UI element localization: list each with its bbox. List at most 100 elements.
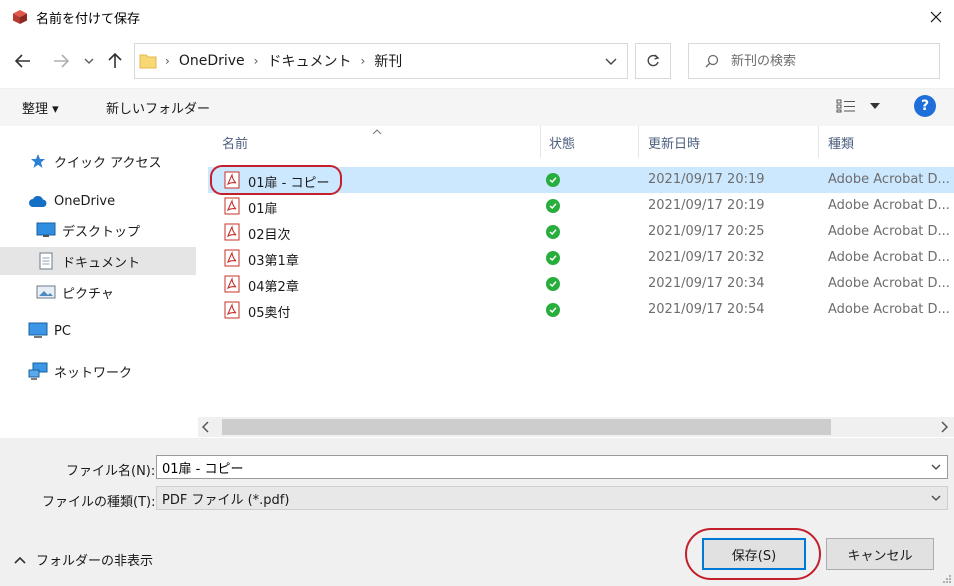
file-name: 05奥付 [248,306,291,321]
save-button[interactable]: 保存(S) [702,538,806,570]
window-title: 名前を付けて保存 [36,12,141,27]
breadcrumb-shinkan[interactable]: 新刊 [374,51,402,71]
filename-input[interactable] [162,459,947,475]
sync-check-icon [546,251,560,265]
sync-check-icon [546,199,560,213]
sidebar-item-pictures[interactable]: ピクチャ [0,278,196,306]
filename-field[interactable] [156,455,948,479]
file-name: 01扉 - コピー [248,176,330,191]
recent-locations-button[interactable] [80,52,98,70]
search-box[interactable] [688,43,940,79]
scroll-left-button[interactable] [201,421,210,437]
chevron-down-icon [931,495,941,501]
breadcrumb-documents[interactable]: ドキュメント [267,51,351,71]
sidebar-item-quick-access[interactable]: クイック アクセス [0,147,196,175]
column-header-name[interactable]: 名前 [222,133,248,152]
sidebar-item-desktop[interactable]: デスクトップ [0,216,196,244]
file-type: Adobe Acrobat D... [828,172,950,187]
title-bar [0,0,954,34]
sync-check-icon [546,225,560,239]
refresh-icon [647,54,660,67]
star-icon [28,152,48,170]
sidebar-item-label: OneDrive [54,193,116,209]
pdf-file-icon [224,249,240,267]
chevron-right-icon [941,421,949,433]
sort-ascending-icon [372,124,382,139]
sidebar-item-pc[interactable]: PC [0,317,196,345]
breadcrumb-separator-icon: › [360,54,366,68]
picture-icon [36,283,56,301]
table-row[interactable]: 01扉 2021/09/17 20:19 Adobe Acrobat D... [208,193,954,219]
chevron-down-icon[interactable] [605,58,617,65]
table-row[interactable]: 01扉 - コピー 2021/09/17 20:19 Adobe Acrobat… [208,167,954,193]
table-row[interactable]: 02目次 2021/09/17 20:25 Adobe Acrobat D... [208,219,954,245]
forward-button[interactable] [48,48,74,74]
refresh-button[interactable] [635,43,671,79]
column-divider[interactable] [540,126,541,158]
sidebar-item-label: ドキュメント [62,255,141,271]
pdf-file-icon [224,301,240,319]
file-name: 02目次 [248,228,291,243]
arrow-left-icon [15,54,30,68]
close-button[interactable] [918,0,954,34]
column-divider[interactable] [638,126,639,158]
scroll-right-button[interactable] [940,421,949,437]
table-row[interactable]: 05奥付 2021/09/17 20:54 Adobe Acrobat D... [208,297,954,323]
resize-grip-icon[interactable] [942,574,952,584]
cancel-button[interactable]: キャンセル [826,538,934,570]
file-name: 04第2章 [248,280,299,295]
column-header-date-modified[interactable]: 更新日時 [648,133,700,152]
file-type: Adobe Acrobat D... [828,198,950,213]
file-date: 2021/09/17 20:19 [648,172,765,187]
desktop-icon [36,221,56,239]
close-icon [930,11,942,23]
chevron-up-icon [14,556,26,564]
details-view-icon [836,99,855,113]
file-type: Adobe Acrobat D... [828,224,950,239]
sidebar-item-label: デスクトップ [62,224,141,240]
file-date: 2021/09/17 20:34 [648,276,765,291]
organize-button[interactable]: 整理 ▾ [22,98,59,117]
breadcrumb-separator-icon: › [165,54,170,68]
breadcrumb-onedrive[interactable]: OneDrive [179,53,245,69]
new-folder-button[interactable]: 新しいフォルダー [106,98,210,117]
filetype-value: PDF ファイル (*.pdf) [162,492,290,508]
scrollbar-thumb[interactable] [222,419,831,435]
column-divider[interactable] [818,126,819,158]
file-date: 2021/09/17 20:19 [648,198,765,213]
sidebar-item-onedrive[interactable]: OneDrive [0,187,196,215]
search-input[interactable] [731,53,921,69]
sync-check-icon [546,277,560,291]
back-button[interactable] [10,48,36,74]
file-date: 2021/09/17 20:32 [648,250,765,265]
up-button[interactable] [102,48,128,74]
arrow-up-icon [108,53,122,68]
view-options-button[interactable] [836,97,882,115]
chevron-down-icon[interactable] [930,461,942,473]
hide-folders-toggle[interactable]: フォルダーの非表示 [14,550,153,569]
filetype-label: ファイルの種類(T): [42,495,156,510]
sync-check-icon [546,173,560,187]
sidebar-item-label: PC [54,323,71,339]
file-type: Adobe Acrobat D... [828,302,950,317]
column-header-status[interactable]: 状態 [549,133,575,152]
filetype-select[interactable]: PDF ファイル (*.pdf) [156,486,948,510]
address-bar[interactable]: › OneDrive › ドキュメント › 新刊 [134,43,628,79]
pdf-file-icon [224,275,240,293]
app-cube-icon [13,10,27,24]
hide-folders-label: フォルダーの非表示 [36,554,154,569]
sidebar-item-network[interactable]: ネットワーク [0,357,196,385]
filename-label: ファイル名(N): [66,464,156,479]
caret-down-icon [870,103,880,109]
table-row[interactable]: 03第1章 2021/09/17 20:32 Adobe Acrobat D..… [208,245,954,271]
chevron-left-icon [201,421,209,433]
document-icon [36,252,56,270]
file-type: Adobe Acrobat D... [828,250,950,265]
help-button[interactable]: ? [914,95,936,117]
sidebar-item-documents[interactable]: ドキュメント [0,247,196,275]
search-icon [705,54,719,68]
column-header-type[interactable]: 種類 [828,133,854,152]
arrow-right-icon [54,54,69,68]
file-date: 2021/09/17 20:25 [648,224,765,239]
table-row[interactable]: 04第2章 2021/09/17 20:34 Adobe Acrobat D..… [208,271,954,297]
